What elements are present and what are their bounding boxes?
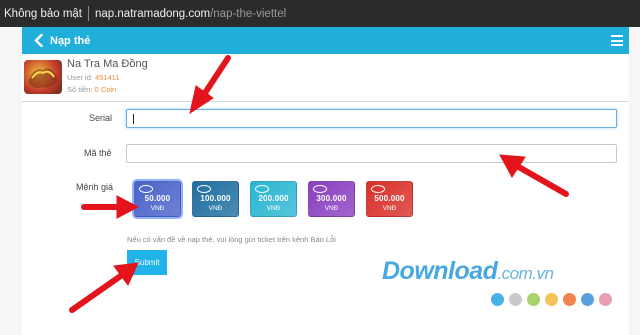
denomination-cards: 50.000 VNĐ 100.000 VNĐ 200.000 VNĐ 300.000 VNĐ 5… [134, 181, 413, 217]
browser-address-bar[interactable]: Không bảo mật nap.natramadong.com/nap-th… [0, 0, 640, 27]
balance-label: Số tiền: [67, 85, 93, 94]
watermark-dot [563, 293, 576, 306]
viettel-logo-icon [313, 185, 327, 193]
denomination-card[interactable]: 500.000 VNĐ [366, 181, 413, 217]
viettel-logo-icon [197, 185, 211, 193]
watermark-dots [491, 293, 612, 306]
page-gutter-right [629, 27, 640, 335]
serial-input[interactable] [126, 109, 617, 128]
denomination-card[interactable]: 300.000 VNĐ [308, 181, 355, 217]
user-id-value: 451411 [94, 73, 120, 82]
card-amount: 300.000 [316, 194, 347, 203]
watermark-dot [509, 293, 522, 306]
denomination-card[interactable]: 50.000 VNĐ [134, 181, 181, 217]
card-amount: 200.000 [258, 194, 289, 203]
arrow-to-serial [189, 55, 231, 115]
balance-line: Số tiền: 0 Coin [67, 85, 148, 94]
watermark-dot [581, 293, 594, 306]
app-header: Nạp thẻ [22, 27, 629, 54]
page-title: Nạp thẻ [50, 34, 91, 47]
card-amount: 100.000 [200, 194, 231, 203]
card-code-input[interactable] [126, 144, 617, 163]
user-id-line: User id: 451411 [67, 73, 148, 82]
hamburger-icon[interactable] [611, 35, 623, 46]
card-amount: 50.000 [144, 194, 171, 203]
watermark-dot [599, 293, 612, 306]
submit-button[interactable]: Submit [127, 250, 167, 275]
viettel-logo-icon [139, 185, 153, 193]
card-currency: VNĐ [382, 205, 397, 212]
address-separator [88, 6, 90, 21]
card-code-label: Mã thẻ [84, 148, 112, 158]
game-name: Na Tra Ma Đồng [67, 58, 148, 70]
denomination-label: Mệnh giá [76, 182, 114, 192]
game-logo-art [28, 68, 58, 89]
watermark-brand: Download [382, 257, 498, 285]
card-currency: VNĐ [150, 205, 165, 212]
game-logo [24, 60, 62, 94]
card-currency: VNĐ [324, 205, 339, 212]
back-button[interactable] [28, 27, 48, 54]
user-id-label: User id: [67, 73, 93, 82]
watermark-dot [527, 293, 540, 306]
text-caret [133, 114, 134, 124]
viettel-logo-icon [371, 185, 385, 193]
url-text[interactable]: nap.natramadong.com/nap-the-viettel [95, 8, 286, 20]
security-status[interactable]: Không bảo mật [0, 8, 82, 20]
url-path: /nap-the-viettel [210, 7, 287, 20]
watermark-dot [491, 293, 504, 306]
watermark-dot [545, 293, 558, 306]
profile-info: Na Tra Ma Đồng User id: 451411 Số tiền: … [67, 58, 148, 94]
page-gutter-left [0, 27, 22, 335]
serial-label: Serial [89, 113, 113, 123]
url-host: nap.natramadong.com [95, 7, 211, 20]
section-divider [22, 101, 629, 102]
card-currency: VNĐ [266, 205, 281, 212]
arrow-to-card [81, 195, 140, 219]
viettel-logo-icon [255, 185, 269, 193]
card-amount: 500.000 [374, 194, 405, 203]
help-text: Nếu có vấn đề về nạp thẻ, vui lòng gửi t… [127, 235, 336, 244]
download-watermark: Download.com.vn [382, 257, 554, 286]
balance-value: 0 Coin [94, 85, 117, 94]
chevron-left-icon [33, 34, 43, 47]
card-currency: VNĐ [208, 205, 223, 212]
denomination-card[interactable]: 100.000 VNĐ [192, 181, 239, 217]
watermark-suffix: .com.vn [497, 264, 554, 283]
denomination-card[interactable]: 200.000 VNĐ [250, 181, 297, 217]
